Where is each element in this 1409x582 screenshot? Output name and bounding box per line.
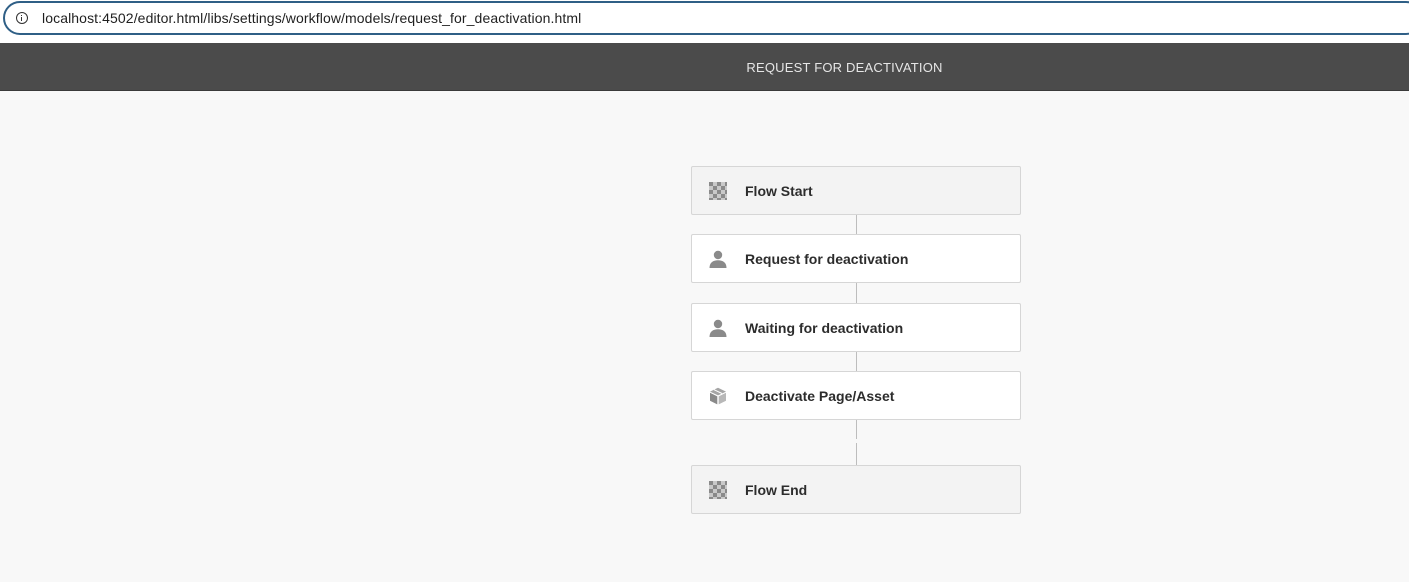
page-title: REQUEST FOR DEACTIVATION [746,60,943,75]
workflow-step-flow-end[interactable]: Flow End [691,465,1021,514]
step-label: Waiting for deactivation [745,320,904,336]
connector-line [856,443,857,465]
workflow-step-waiting-for-deactivation[interactable]: Waiting for deactivation [691,303,1021,352]
connector-line [856,420,857,439]
workflow-step-request-for-deactivation[interactable]: Request for deactivation [691,234,1021,283]
browser-address-bar: localhost:4502/editor.html/libs/settings… [0,0,1409,43]
step-label: Flow End [745,482,808,498]
connector-line [856,214,857,234]
url-field[interactable]: localhost:4502/editor.html/libs/settings… [3,1,1409,35]
workflow-step-flow-start[interactable]: Flow Start [691,166,1021,215]
editor-title-bar: REQUEST FOR DEACTIVATION [0,43,1409,91]
user-icon [709,319,727,337]
step-label: Deactivate Page/Asset [745,388,895,404]
flow-marker-icon [709,182,727,200]
connector-line [856,283,857,303]
workflow-step-deactivate-page-asset[interactable]: Deactivate Page/Asset [691,371,1021,420]
url-text[interactable]: localhost:4502/editor.html/libs/settings… [42,10,581,26]
connector-line [856,352,857,371]
flow-marker-icon [709,481,727,499]
step-label: Request for deactivation [745,251,909,267]
step-label: Flow Start [745,183,813,199]
info-icon[interactable] [16,12,28,24]
user-icon [709,250,727,268]
box-icon [709,387,727,405]
